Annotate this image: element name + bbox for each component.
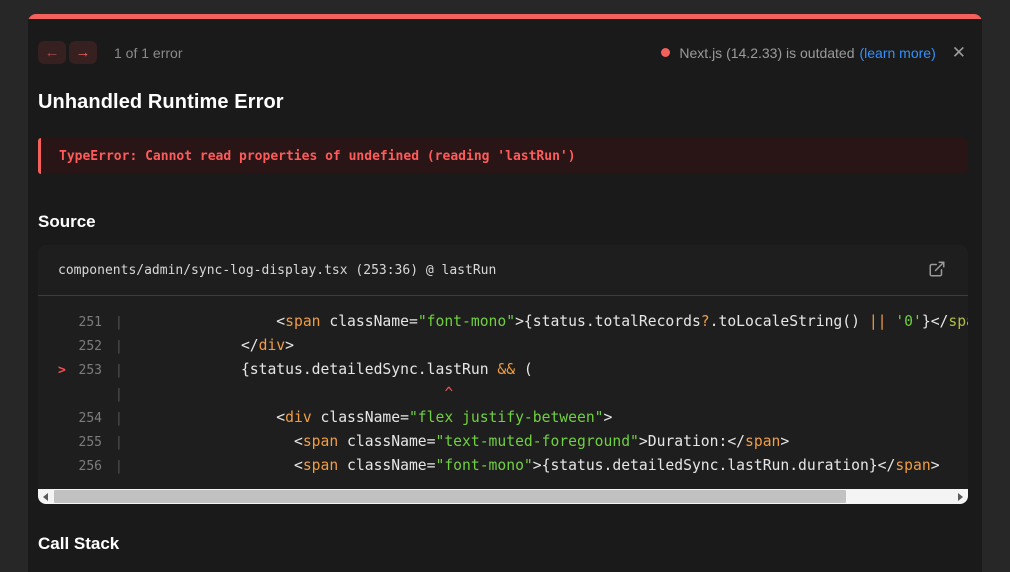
code-line: 251 | <span className="font-mono">{status… [38,309,968,333]
open-in-editor-button[interactable] [928,260,946,281]
error-message: TypeError: Cannot read properties of und… [59,149,576,164]
source-file-location: components/admin/sync-log-display.tsx (2… [58,263,496,278]
scroll-right-button[interactable] [953,489,968,504]
line-marker-spacer [58,311,74,335]
line-marker-spacer [58,335,74,359]
nextjs-error-overlay-dialog: ← → 1 of 1 error Next.js (14.2.33) is ou… [28,14,982,572]
close-overlay-button[interactable]: ✕ [950,42,968,63]
scroll-left-button[interactable] [38,489,53,504]
line-number: 251 [74,311,102,335]
code-text: <span className="text-muted-foreground">… [135,433,789,450]
gutter-divider: | [115,339,123,354]
line-number: 254 [74,407,102,431]
horizontal-scrollbar[interactable] [38,489,968,504]
error-title: Unhandled Runtime Error [38,91,968,114]
line-marker-spacer [58,431,74,455]
page-backdrop: ← → 1 of 1 error Next.js (14.2.33) is ou… [0,0,1010,572]
source-heading: Source [38,212,968,232]
active-line-marker-icon: > [58,359,74,383]
code-line: 252 | </div> [38,333,968,357]
gutter-divider: | [115,435,123,450]
previous-error-button[interactable]: ← [38,41,66,64]
error-message-box: TypeError: Cannot read properties of und… [38,138,968,174]
external-link-icon [928,260,946,281]
scroll-left-arrow-icon [43,493,48,501]
close-icon: ✕ [952,43,966,62]
code-text: ^ [135,385,453,402]
error-nav-buttons: ← → [38,41,97,64]
code-text: </div> [135,337,294,354]
gutter-divider: | [115,363,123,378]
error-count-label: 1 of 1 error [114,45,182,61]
code-text: <span className="font-mono">{status.deta… [135,457,940,474]
gutter-divider: | [115,459,123,474]
call-stack-heading: Call Stack [38,534,968,554]
scrollbar-thumb[interactable] [54,490,846,503]
right-arrow-icon: → [76,45,91,60]
error-accent-bar [28,14,982,19]
outdated-status-dot-icon [661,48,670,57]
code-lines: 251 | <span className="font-mono">{status… [38,296,968,477]
gutter-divider: | [115,411,123,426]
code-text: {status.detailedSync.lastRun && ( [135,361,533,378]
line-number: 253 [74,359,102,383]
left-arrow-icon: ← [45,45,60,60]
gutter-divider: | [115,315,123,330]
line-number: 256 [74,455,102,477]
line-number: 252 [74,335,102,359]
code-frame-header: components/admin/sync-log-display.tsx (2… [38,245,968,296]
source-code-frame: components/admin/sync-log-display.tsx (2… [38,245,968,504]
code-line: | ^ [38,381,968,405]
error-pagination: ← → 1 of 1 error [38,41,182,64]
code-text: <div className="flex justify-between"> [135,409,613,426]
gutter-divider: | [115,387,123,402]
code-line: 256 | <span className="font-mono">{status… [38,453,968,477]
code-text: <span className="font-mono">{status.tota… [135,313,968,330]
learn-more-link[interactable]: (learn more) [860,45,936,61]
code-line: 254 | <div className="flex justify-betwee… [38,405,968,429]
next-error-button[interactable]: → [69,41,97,64]
scrollbar-track[interactable] [53,489,953,504]
line-marker-spacer [58,455,74,477]
line-marker-spacer [58,407,74,431]
code-line: >253 | {status.detailedSync.lastRun && ( [38,357,968,381]
line-marker-spacer [58,383,74,407]
line-number: 255 [74,431,102,455]
scroll-right-arrow-icon [958,493,963,501]
version-notice: Next.js (14.2.33) is outdated (learn mor… [661,42,968,63]
code-line: 255 | <span className="text-muted-foregro… [38,429,968,453]
overlay-toolbar: ← → 1 of 1 error Next.js (14.2.33) is ou… [38,41,968,64]
version-outdated-label: Next.js (14.2.33) is outdated [679,45,854,61]
